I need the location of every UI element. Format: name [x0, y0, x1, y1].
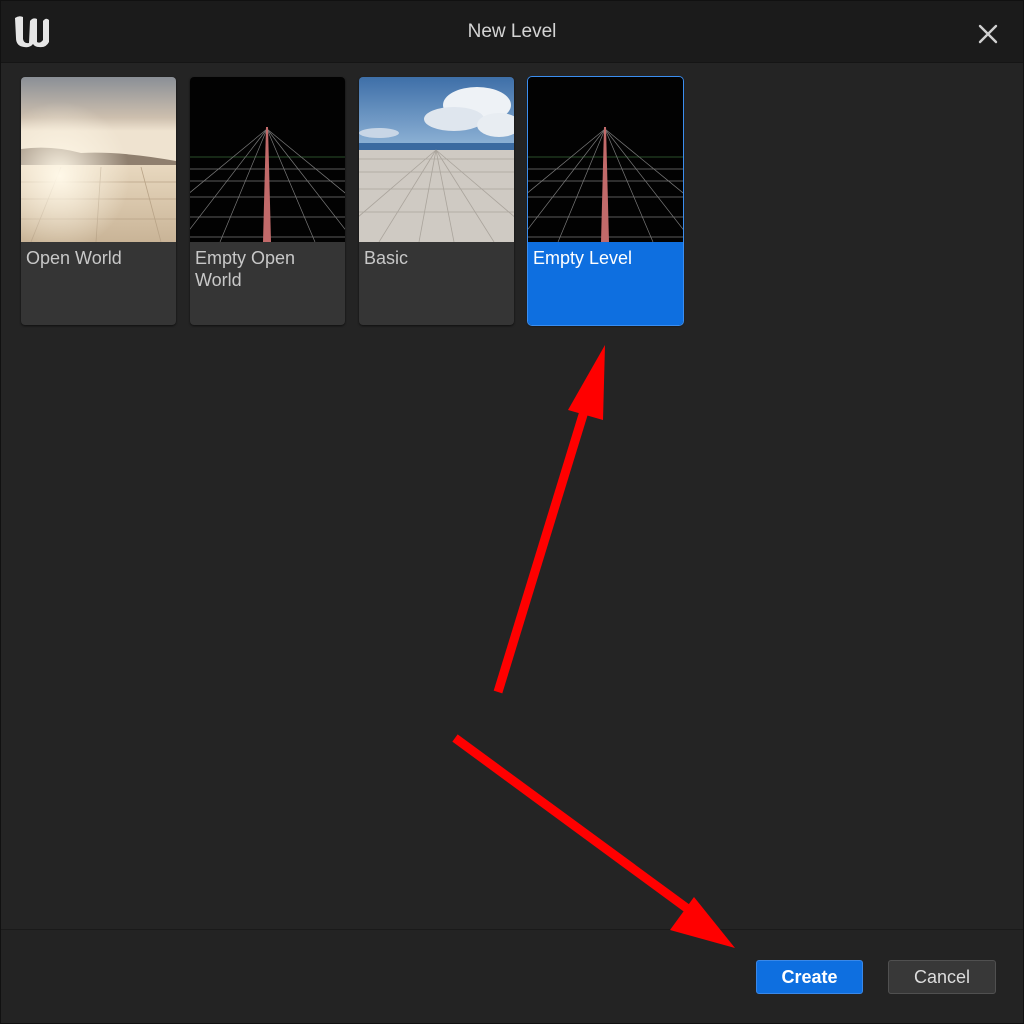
- empty-open-world-thumbnail: [190, 77, 345, 242]
- title-bar[interactable]: New Level: [1, 1, 1023, 63]
- template-label: Open World: [26, 248, 122, 268]
- dialog-footer: [1, 930, 1023, 1023]
- template-label: Basic: [364, 248, 409, 268]
- create-button[interactable]: Create: [756, 960, 863, 994]
- template-basic[interactable]: Basic: [359, 77, 514, 325]
- empty-level-thumbnail: [528, 77, 683, 242]
- template-open-world[interactable]: Open World: [21, 77, 176, 325]
- cancel-button[interactable]: Cancel: [888, 960, 996, 994]
- open-world-thumbnail: [21, 77, 176, 242]
- template-label: Empty Open World: [195, 248, 296, 290]
- close-icon[interactable]: [973, 19, 1003, 49]
- template-empty-open-world[interactable]: Empty Open World: [190, 77, 345, 325]
- template-empty-level[interactable]: Empty Level: [527, 76, 684, 326]
- basic-thumbnail: [359, 77, 514, 242]
- dialog-title: New Level: [467, 21, 557, 42]
- new-level-dialog: New Level Open World Empty Open World Ba…: [0, 0, 1024, 1024]
- template-label: Empty Level: [533, 248, 633, 268]
